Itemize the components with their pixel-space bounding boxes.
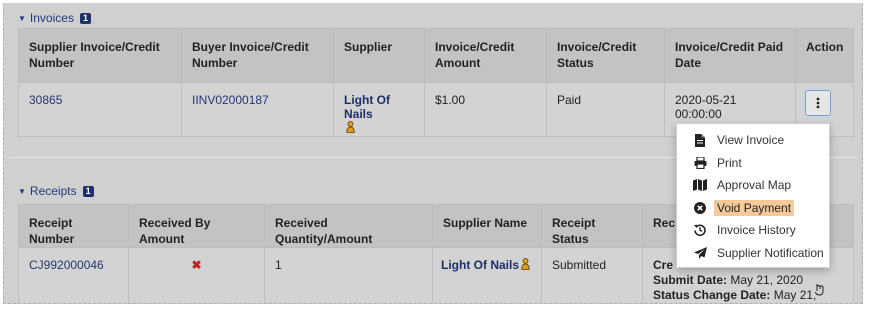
receipt-status: Submitted	[541, 247, 643, 303]
receipts-title: Receipts	[29, 184, 77, 198]
menu-item-supplier-notification[interactable]: Supplier Notification	[677, 242, 829, 265]
caret-down-icon: ▼	[18, 186, 26, 196]
cursor-icon	[815, 284, 824, 296]
col-received-by-amount[interactable]: Received By Amount	[128, 204, 265, 248]
col-invoice-status[interactable]: Invoice/Credit Status	[546, 28, 665, 83]
received-quantity: 1	[264, 247, 433, 303]
col-receipt-status[interactable]: Receipt Status	[541, 204, 643, 248]
print-icon	[693, 156, 707, 170]
action-dropdown-menu: View Invoice Print Approval Map Void Pay…	[676, 123, 830, 268]
times-circle-icon	[693, 201, 707, 215]
caret-down-icon: ▼	[18, 13, 26, 23]
invoices-header-row: Supplier Invoice/Credit Number Buyer Inv…	[18, 28, 854, 83]
menu-item-label: Supplier Notification	[717, 245, 824, 260]
col-invoice-amount[interactable]: Invoice/Credit Amount	[424, 28, 547, 83]
col-action: Action	[795, 28, 854, 83]
col-received-quantity[interactable]: Received Quantity/Amount	[264, 204, 433, 248]
menu-item-approval-map[interactable]: Approval Map	[677, 174, 829, 197]
menu-item-label: Print	[717, 155, 742, 170]
invoices-table: Supplier Invoice/Credit Number Buyer Inv…	[18, 28, 854, 138]
supplier-contact-icon[interactable]	[521, 258, 530, 273]
col-invoice-paid-date[interactable]: Invoice/Credit Paid Date	[664, 28, 796, 83]
history-icon	[693, 223, 707, 237]
file-icon	[693, 133, 707, 147]
supplier-link[interactable]: Light Of Nails	[344, 93, 390, 121]
status-change-date-label: Status Change Date:	[653, 288, 771, 302]
invoices-section-header[interactable]: ▼ Invoices 1	[18, 11, 91, 25]
action-menu-button[interactable]	[805, 90, 831, 116]
receipts-count-badge: 1	[82, 185, 94, 197]
supplier-invoice-number-link[interactable]: 30865	[29, 93, 62, 107]
submit-date-label: Submit Date:	[653, 273, 728, 287]
map-icon	[693, 178, 707, 192]
receipt-number-link[interactable]: CJ992000046	[29, 258, 104, 272]
menu-item-label: Void Payment	[714, 199, 795, 216]
submit-date-value: May 21, 2020	[730, 273, 804, 287]
buyer-invoice-number-link[interactable]: IINV02000187	[192, 93, 269, 107]
supplier-contact-icon[interactable]	[346, 121, 355, 136]
more-vertical-icon	[816, 97, 820, 109]
menu-item-void-payment[interactable]: Void Payment	[677, 197, 829, 220]
x-mark-icon: ✖	[191, 258, 202, 272]
supplier-name-link[interactable]: Light Of Nails	[441, 258, 519, 272]
invoice-amount: $1.00	[424, 81, 547, 138]
col-buyer-invoice-number[interactable]: Buyer Invoice/Credit Number	[181, 28, 334, 83]
created-date-label: Cre	[653, 258, 674, 272]
paper-plane-icon	[693, 246, 707, 260]
col-supplier[interactable]: Supplier	[333, 28, 425, 83]
menu-item-label: Invoice History	[717, 223, 796, 238]
receipts-section-header[interactable]: ▼ Receipts 1	[18, 184, 94, 198]
menu-item-label: Approval Map	[717, 178, 792, 193]
invoices-count-badge: 1	[79, 12, 91, 24]
invoice-status: Paid	[546, 81, 665, 138]
menu-item-label: View Invoice	[717, 133, 785, 148]
menu-item-invoice-history[interactable]: Invoice History	[677, 219, 829, 242]
col-supplier-invoice-number[interactable]: Supplier Invoice/Credit Number	[18, 28, 182, 83]
invoices-title: Invoices	[29, 11, 74, 25]
col-supplier-name[interactable]: Supplier Name	[432, 204, 542, 248]
col-receipt-number[interactable]: Receipt Number	[18, 204, 129, 248]
menu-item-view-invoice[interactable]: View Invoice	[677, 129, 829, 152]
menu-item-print[interactable]: Print	[677, 152, 829, 175]
